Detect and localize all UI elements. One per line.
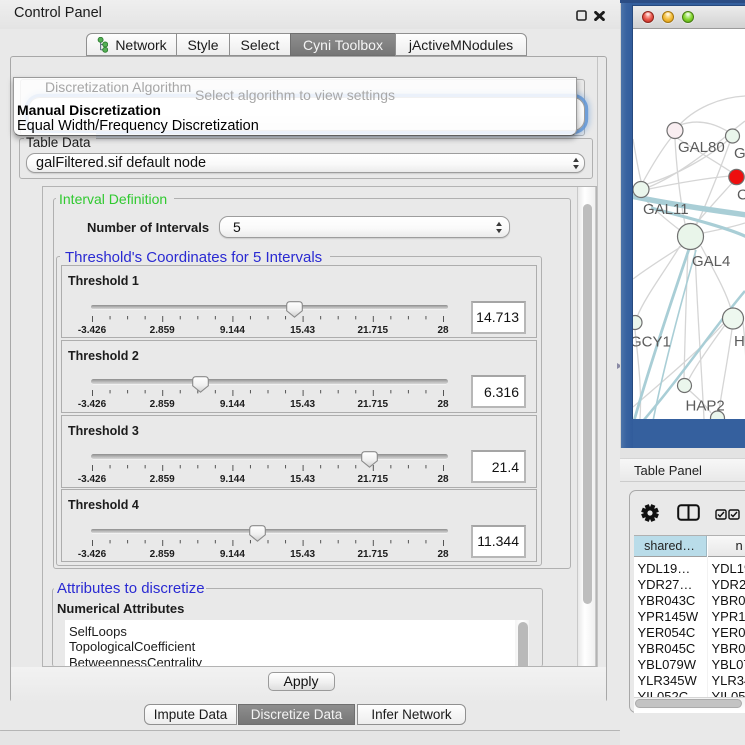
svg-text:H: H: [734, 333, 745, 350]
svg-text:GAL80: GAL80: [678, 139, 725, 156]
svg-text:GAL4: GAL4: [692, 253, 730, 270]
svg-text:GAL11: GAL11: [643, 201, 689, 218]
svg-text:GCY1: GCY1: [633, 333, 671, 350]
svg-text:HAP2: HAP2: [686, 397, 725, 414]
svg-text:C: C: [737, 186, 745, 203]
svg-text:G.: G.: [734, 145, 745, 162]
